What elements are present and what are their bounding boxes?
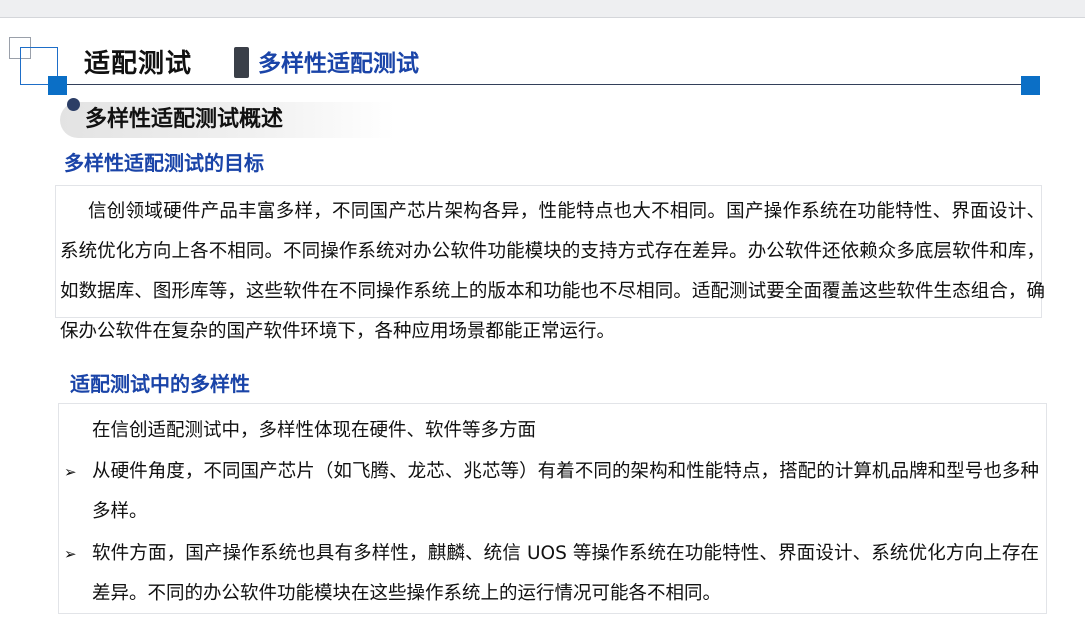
list-item-text: 软件方面，国产操作系统也具有多样性，麒麟、统信 UOS 等操作系统在功能特性、界… <box>92 543 1039 604</box>
list-item-text: 从硬件角度，不同国产芯片（如飞腾、龙芯、兆芯等）有着不同的架构和性能特点，搭配的… <box>92 461 1039 522</box>
goal-paragraph: 信创领域硬件产品丰富多样，不同国产芯片架构各异，性能特点也大不相同。国产操作系统… <box>60 201 1045 342</box>
section-subtitle: 多样性适配测试 <box>258 51 419 77</box>
diversity-heading: 适配测试中的多样性 <box>70 372 250 396</box>
arrow-bullet-icon: ➢ <box>64 545 77 563</box>
goal-heading: 多样性适配测试的目标 <box>64 151 264 175</box>
arrow-bullet-icon: ➢ <box>64 463 77 481</box>
window-top-bar <box>0 0 1085 18</box>
diversity-intro: 在信创适配测试中，多样性体现在硬件、软件等多方面 <box>92 420 537 441</box>
decorative-blue-square-right <box>1021 76 1040 95</box>
header-divider-line <box>67 84 1022 85</box>
list-item: ➢ 从硬件角度，不同国产芯片（如飞腾、龙芯、兆芯等）有着不同的架构和性能特点，搭… <box>64 452 1039 532</box>
section-separator-bar <box>234 47 249 78</box>
decorative-blue-square-left <box>48 76 67 95</box>
overview-title: 多样性适配测试概述 <box>85 107 284 132</box>
bullet-dot-icon <box>67 98 80 111</box>
section-title: 适配测试 <box>84 49 193 79</box>
list-item: ➢ 软件方面，国产操作系统也具有多样性，麒麟、统信 UOS 等操作系统在功能特性… <box>64 534 1039 614</box>
